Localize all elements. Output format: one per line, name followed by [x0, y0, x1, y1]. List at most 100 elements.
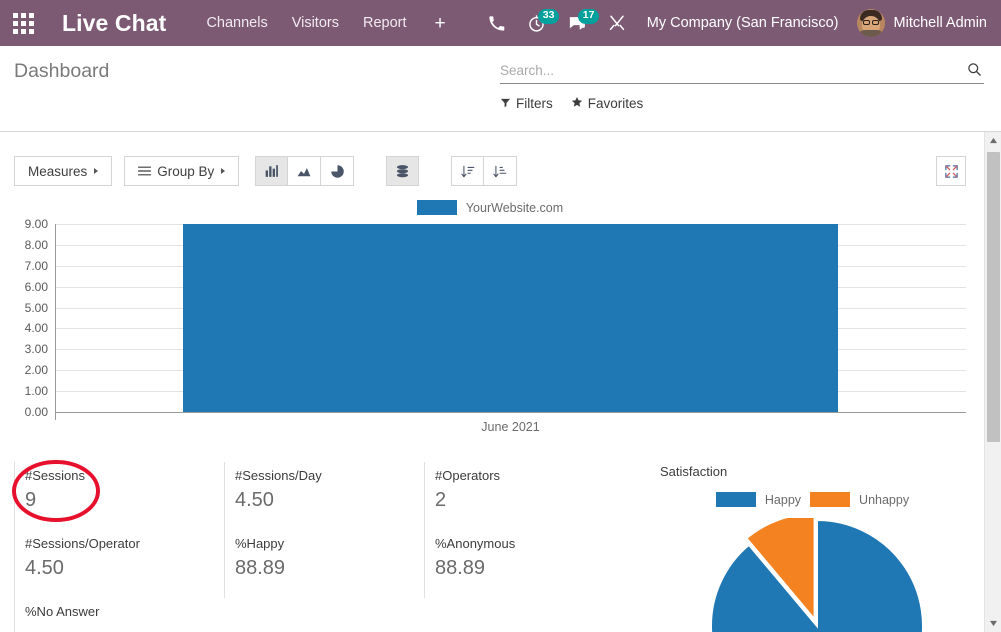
kpi-title: %No Answer [25, 604, 100, 619]
kpi-row: #Sessions 9 #Sessions/Day 4.50 #Operator… [14, 462, 654, 530]
kpi-title: #Sessions/Day [235, 468, 322, 483]
group-by-label: Group By [157, 163, 215, 179]
expand-fullscreen-icon[interactable] [936, 156, 966, 186]
group-by-button[interactable]: Group By [124, 156, 240, 186]
legend-color-swatch [810, 492, 851, 507]
menu-item-channels[interactable]: Channels [206, 15, 267, 31]
menu-item-visitors[interactable]: Visitors [292, 15, 339, 31]
search-icon[interactable] [964, 59, 984, 79]
y-tick-label: 4.00 [24, 321, 48, 336]
satisfaction-panel: Satisfaction Happy Unhappy [660, 464, 980, 632]
breadcrumb[interactable]: Dashboard [14, 60, 109, 83]
kpi-row: #Sessions/Operator 4.50 %Happy 88.89 %An… [14, 530, 654, 598]
legend-label-unhappy: Unhappy [859, 492, 910, 507]
y-axis-ticks: 0.00 1.00 2.00 3.00 4.00 5.00 6.00 7.00 8.00 9.00 [0, 217, 48, 419]
kpi-percent-happy[interactable]: %Happy 88.89 [224, 530, 424, 598]
pie-legend-item-unhappy[interactable]: Unhappy [810, 492, 909, 507]
measures-label: Measures [28, 163, 88, 179]
tools-wrench-icon[interactable] [597, 0, 637, 46]
search-facets: Filters Favorites [500, 96, 643, 111]
y-tick-label: 1.00 [24, 384, 48, 399]
measures-button[interactable]: Measures [14, 156, 113, 186]
top-navbar: Live Chat Channels Visitors Report + 33 … [0, 0, 1001, 46]
pie-chart[interactable] [655, 512, 975, 632]
kpi-sessions[interactable]: #Sessions 9 [14, 462, 224, 530]
scrollbar-thumb[interactable] [987, 152, 1000, 442]
sort-group [451, 156, 518, 186]
satisfaction-title: Satisfaction [660, 464, 728, 479]
filters-dropdown[interactable]: Filters [500, 96, 553, 111]
legend-color-swatch [715, 492, 756, 507]
kpi-title: #Sessions/Operator [25, 536, 140, 551]
kpi-title: #Sessions [25, 468, 85, 483]
kpi-sessions-per-operator[interactable]: #Sessions/Operator 4.50 [14, 530, 224, 598]
pie-chart-icon[interactable] [321, 156, 355, 186]
kpi-value: 9 [25, 488, 37, 511]
user-name-label: Mitchell Admin [893, 15, 987, 31]
scroll-down-arrow-icon[interactable] [985, 615, 1001, 632]
phone-icon[interactable] [477, 0, 517, 46]
x-axis-tick-label: June 2021 [481, 420, 540, 434]
kpi-value: 4.50 [25, 556, 64, 579]
y-tick-label: 0.00 [24, 405, 48, 419]
menu-item-report[interactable]: Report [363, 15, 407, 31]
y-tick-label: 8.00 [24, 237, 48, 252]
bar-plot-area: 0.00 1.00 2.00 3.00 4.00 5.00 6.00 7.00 8.00 9.00… [0, 217, 980, 434]
app-brand-title[interactable]: Live Chat [62, 10, 166, 37]
pie-legend: Happy Unhappy [660, 492, 965, 507]
activity-clock-icon[interactable]: 33 [517, 0, 560, 46]
legend-color-swatch[interactable] [416, 200, 457, 215]
y-tick-label: 3.00 [24, 342, 48, 357]
chevron-right-icon [94, 168, 99, 174]
sort-descending-icon[interactable] [451, 156, 485, 186]
stacked-toggle-group [386, 156, 420, 186]
kpi-value: 4.50 [235, 488, 274, 511]
area-chart-icon[interactable] [288, 156, 322, 186]
odoo-livechat-dashboard: Live Chat Channels Visitors Report + 33 … [0, 0, 1001, 632]
vertical-scrollbar[interactable] [984, 132, 1001, 632]
stacked-bar-icon[interactable] [386, 156, 420, 186]
kpi-percent-anonymous[interactable]: %Anonymous 88.89 [424, 530, 624, 598]
y-tick-label: 5.00 [24, 300, 48, 315]
kpi-title: %Happy [235, 536, 285, 551]
y-axis-line [55, 224, 56, 420]
kpi-value: 88.89 [435, 556, 486, 579]
navbar-right-group: 33 17 My Company (San Francisco) Mitchel… [477, 0, 1001, 46]
messages-icon[interactable]: 17 [557, 0, 600, 46]
search-area [500, 58, 984, 84]
kpi-percent-no-answer[interactable]: %No Answer [14, 598, 224, 632]
user-menu[interactable]: Mitchell Admin [856, 9, 993, 37]
kpi-row: %No Answer [14, 598, 654, 632]
avatar [856, 9, 885, 37]
y-tick-label: 6.00 [24, 279, 48, 294]
star-icon [571, 96, 583, 111]
apps-menu-icon[interactable] [0, 0, 46, 46]
y-tick-label: 7.00 [24, 258, 48, 273]
new-record-plus-icon[interactable]: + [435, 14, 446, 33]
sort-ascending-icon[interactable] [484, 156, 518, 186]
scroll-up-arrow-icon[interactable] [985, 132, 1001, 149]
legend-label-happy: Happy [764, 492, 802, 507]
chevron-right-icon [221, 168, 226, 174]
y-tick-label: 9.00 [24, 217, 48, 231]
company-selector[interactable]: My Company (San Francisco) [647, 15, 839, 31]
y-tick-label: 2.00 [24, 363, 48, 378]
filters-label: Filters [516, 96, 553, 111]
search-input[interactable] [500, 63, 940, 78]
legend-series-label[interactable]: YourWebsite.com [466, 201, 563, 215]
kpi-value: 88.89 [235, 556, 286, 579]
main-menu: Channels Visitors Report + [206, 14, 445, 33]
bar-chart-legend: YourWebsite.com [0, 200, 980, 215]
chart-type-group [255, 156, 355, 186]
kpi-grid: #Sessions 9 #Sessions/Day 4.50 #Operator… [14, 462, 654, 632]
dashboard-content: Measures Group By YourWebsite.com 0.00 1… [0, 132, 990, 632]
pie-legend-item-happy[interactable]: Happy [715, 492, 802, 507]
bar-chart-icon[interactable] [255, 156, 289, 186]
kpi-value: 2 [435, 488, 447, 511]
kpi-sessions-per-day[interactable]: #Sessions/Day 4.50 [224, 462, 424, 530]
bar[interactable] [182, 224, 839, 412]
pie-slice[interactable] [710, 518, 924, 632]
x-axis-line [55, 412, 966, 413]
favorites-dropdown[interactable]: Favorites [571, 96, 643, 111]
kpi-operators[interactable]: #Operators 2 [424, 462, 624, 530]
